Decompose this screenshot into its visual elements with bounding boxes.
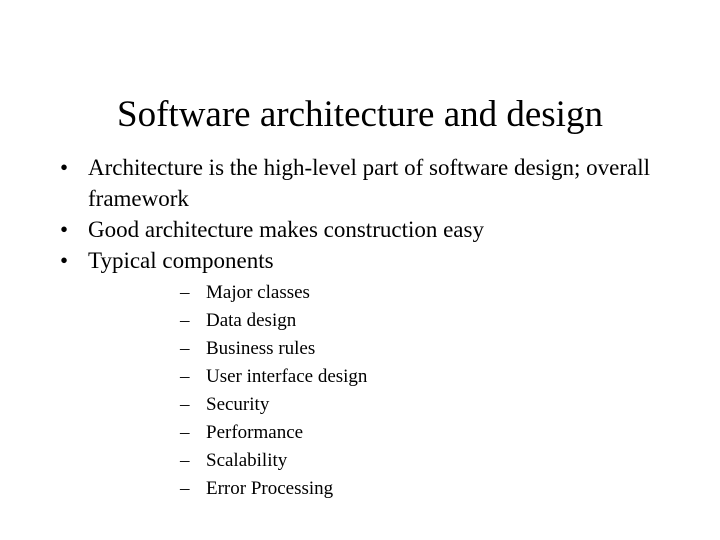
sub-bullet-text: Data design — [206, 310, 297, 331]
list-item: – Business rules — [88, 335, 694, 363]
bullet-dot-icon: • — [60, 217, 69, 242]
dash-icon: – — [180, 338, 190, 359]
page-title: Software architecture and design — [117, 93, 603, 135]
bullet-dot-icon: • — [60, 155, 69, 180]
bullet-text: Good architecture makes construction eas… — [88, 217, 484, 242]
sub-bullet-text: Business rules — [206, 338, 316, 359]
sub-bullet-text: Major classes — [206, 282, 310, 303]
sub-bullet-text: Security — [206, 394, 270, 415]
sub-bullet-text: Error Processing — [206, 478, 334, 499]
list-item: • Good architecture makes construction e… — [0, 214, 720, 245]
slide-body: • Architecture is the high-level part of… — [0, 152, 720, 503]
dash-icon: – — [180, 366, 190, 387]
sub-bullet-text: User interface design — [206, 366, 368, 387]
list-item: – Performance — [88, 419, 694, 447]
list-item: – Security — [88, 391, 694, 419]
list-item: – Error Processing — [88, 475, 694, 503]
presentation-slide: Software architecture and design • Archi… — [0, 0, 720, 540]
dash-icon: – — [180, 282, 190, 303]
list-item: – Major classes — [88, 279, 694, 307]
list-item: • Typical components – Major classes – D… — [0, 245, 720, 503]
dash-icon: – — [180, 478, 190, 499]
sub-bullet-text: Scalability — [206, 450, 288, 471]
list-item: • Architecture is the high-level part of… — [0, 152, 720, 214]
main-bullet-list: • Architecture is the high-level part of… — [0, 152, 720, 503]
bullet-dot-icon: • — [60, 248, 69, 273]
list-item: – Data design — [88, 307, 694, 335]
dash-icon: – — [180, 450, 190, 471]
list-item: – Scalability — [88, 447, 694, 475]
bullet-text: Architecture is the high-level part of s… — [88, 155, 651, 211]
list-item: – User interface design — [88, 363, 694, 391]
sub-bullet-list: – Major classes – Data design – Business… — [88, 279, 694, 503]
dash-icon: – — [180, 422, 190, 443]
dash-icon: – — [180, 394, 190, 415]
sub-bullet-text: Performance — [206, 422, 304, 443]
bullet-text: Typical components — [88, 248, 274, 273]
dash-icon: – — [180, 310, 190, 331]
